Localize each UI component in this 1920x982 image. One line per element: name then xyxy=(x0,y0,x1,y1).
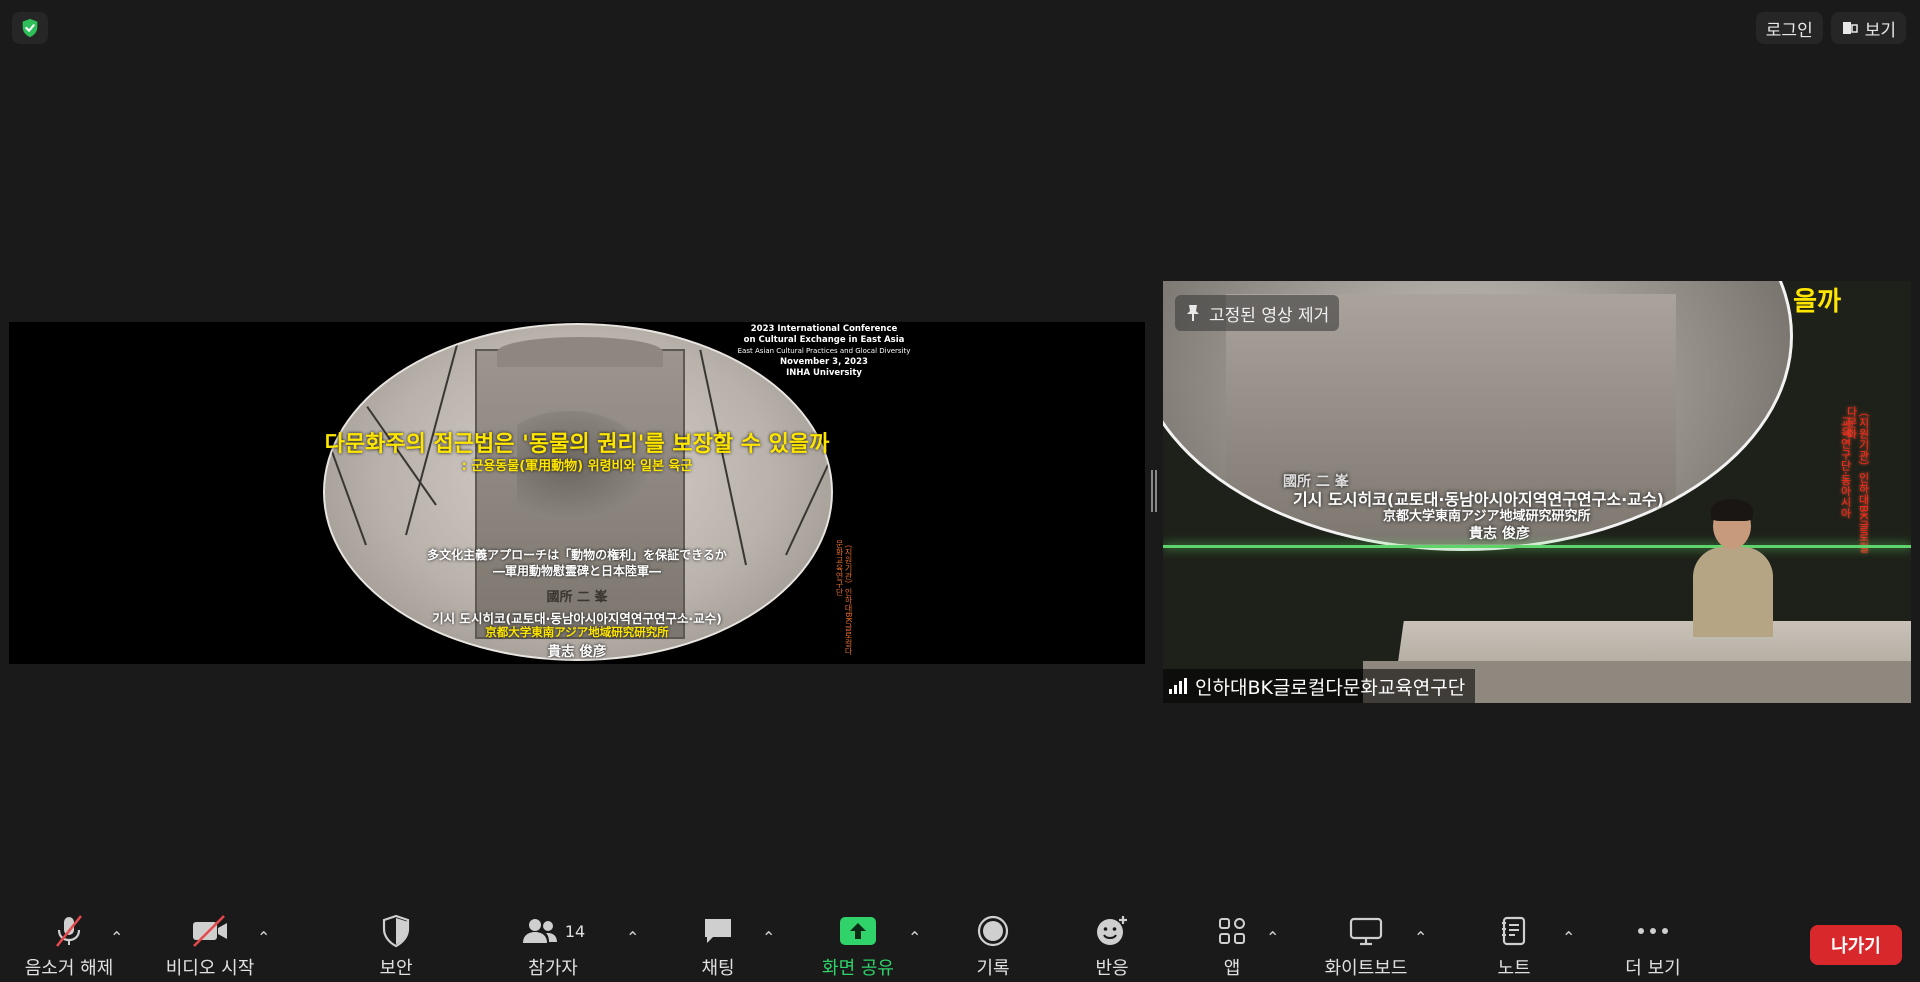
chat-options-caret[interactable]: ⌃ xyxy=(762,928,775,947)
projected-name-line: 貴志 俊彦 xyxy=(1469,526,1530,542)
conference-line-1: 2023 International Conference xyxy=(750,324,898,334)
slide-author-jp: 貴志 俊彦 xyxy=(547,644,607,660)
pinned-video-tile[interactable]: 을까 國所 二 峯 기시 도시히코(교토대·동남아시아지역연구연구소·교수) 京… xyxy=(1163,281,1911,703)
remove-pin-label: 고정된 영상 제거 xyxy=(1209,305,1330,326)
more-dots-icon xyxy=(1638,928,1668,934)
unmute-label: 음소거 해제 xyxy=(24,958,114,979)
slide-title: 다문화주의 접근법은 '동물의 권리'를 보장할 수 있을까 xyxy=(324,432,830,457)
apps-button[interactable]: 앱 xyxy=(1210,910,1254,982)
security-shield-button[interactable] xyxy=(12,12,48,44)
start-video-button[interactable]: 비디오 시작 xyxy=(160,910,260,982)
slide-jp-subtitle: ―軍用動物慰霊碑と日本陸軍― xyxy=(492,564,661,578)
projected-title-fragment: 을까 xyxy=(1793,287,1841,317)
projected-affil-line: 京都大学東南アジア地域研究研究所 xyxy=(1383,509,1591,524)
reactions-label: 반응 xyxy=(1095,958,1129,979)
participants-button[interactable]: 14 참가자 xyxy=(520,910,586,982)
conference-line-2: on Cultural Exchange in East Asia xyxy=(743,335,905,345)
participants-options-caret[interactable]: ⌃ xyxy=(626,928,639,947)
view-layout-icon xyxy=(1842,22,1858,34)
meeting-toolbar: 음소거 해제 ⌃ 비디오 시작 ⌃ 보안 14 참가자 ⌃ 채팅 ⌃ 화면 공유… xyxy=(0,910,1920,982)
participant-name: 인하대BK글로컬다문화교육연구단 xyxy=(1195,676,1466,699)
participants-count: 14 xyxy=(564,921,586,941)
unmute-button[interactable]: 음소거 해제 xyxy=(22,910,116,982)
slide-vertical-note: （지원기관）인하대BK글로컬다문화교육연구단 xyxy=(835,540,853,655)
shield-check-icon xyxy=(22,18,38,38)
slide-plaque: 國所 二 峯 xyxy=(546,590,608,605)
chat-label: 채팅 xyxy=(701,958,735,979)
shared-screen: 2023 International Conference on Cultura… xyxy=(9,322,1145,664)
more-button[interactable]: 더 보기 xyxy=(1620,910,1686,982)
share-screen-icon xyxy=(840,917,876,945)
projected-red-note-2: 교육연구단·동아시아 xyxy=(1839,416,1852,519)
split-divider-handle[interactable] xyxy=(1150,470,1158,512)
conference-info: 2023 International Conference on Cultura… xyxy=(709,324,939,379)
slide-jp-title: 多文化主義アプローチは「動物の権利」を保証できるか xyxy=(427,548,727,562)
chat-bubble-icon xyxy=(705,919,731,943)
participant-name-tag: 인하대BK글로컬다문화교육연구단 xyxy=(1163,669,1476,703)
record-icon xyxy=(977,915,1009,947)
login-label: 로그인 xyxy=(1765,20,1813,41)
share-options-caret[interactable]: ⌃ xyxy=(908,928,921,947)
notes-label: 노트 xyxy=(1497,958,1531,979)
whiteboard-icon xyxy=(1349,917,1383,946)
video-options-caret[interactable]: ⌃ xyxy=(257,928,270,947)
audio-options-caret[interactable]: ⌃ xyxy=(110,928,123,947)
record-label: 기록 xyxy=(976,958,1010,979)
apps-icon xyxy=(1219,918,1245,944)
reaction-smiley-icon xyxy=(1097,916,1127,945)
remove-pin-button[interactable]: 고정된 영상 제거 xyxy=(1175,295,1340,331)
more-label: 더 보기 xyxy=(1625,958,1681,979)
speaker-figure xyxy=(1693,499,1773,637)
stage-light-strip xyxy=(1163,545,1911,548)
security-shield-icon xyxy=(382,914,410,948)
start-video-label: 비디오 시작 xyxy=(165,958,255,979)
top-right-controls: 로그인 보기 xyxy=(1755,12,1906,44)
chat-button[interactable]: 채팅 xyxy=(694,910,742,982)
record-button[interactable]: 기록 xyxy=(970,910,1016,982)
conference-date: November 3, 2023 xyxy=(780,357,868,367)
participants-icon xyxy=(522,919,557,943)
reactions-button[interactable]: 반응 xyxy=(1088,910,1136,982)
pin-icon xyxy=(1187,305,1199,321)
whiteboard-button[interactable]: 화이트보드 xyxy=(1320,910,1412,982)
whiteboard-options-caret[interactable]: ⌃ xyxy=(1414,928,1427,947)
notes-button[interactable]: 노트 xyxy=(1492,910,1536,982)
share-screen-label: 화면 공유 xyxy=(822,958,894,979)
slide-subtitle: : 군용동물(軍用動物) 위령비와 일본 육군 xyxy=(461,459,693,474)
leave-meeting-button[interactable]: 나가기 xyxy=(1810,925,1902,965)
leave-label: 나가기 xyxy=(1831,936,1881,957)
security-label: 보안 xyxy=(379,958,413,979)
apps-options-caret[interactable]: ⌃ xyxy=(1266,928,1279,947)
view-label: 보기 xyxy=(1864,20,1896,41)
apps-label: 앱 xyxy=(1223,958,1241,979)
notes-icon xyxy=(1502,916,1526,946)
security-button[interactable]: 보안 xyxy=(368,910,424,982)
video-camera-off-icon xyxy=(193,915,227,947)
login-button[interactable]: 로그인 xyxy=(1755,12,1823,44)
participants-label: 참가자 xyxy=(528,958,578,979)
slide-author-affil: 京都大学東南アジア地域研究研究所 xyxy=(485,625,669,639)
share-screen-button[interactable]: 화면 공유 xyxy=(818,910,898,982)
conference-venue: INHA University xyxy=(786,368,862,378)
whiteboard-label: 화이트보드 xyxy=(1324,958,1408,979)
notes-options-caret[interactable]: ⌃ xyxy=(1562,928,1575,947)
microphone-muted-icon xyxy=(55,915,83,947)
signal-strength-icon xyxy=(1169,678,1187,694)
view-button[interactable]: 보기 xyxy=(1830,12,1906,44)
conference-line-3: East Asian Cultural Practices and Glocal… xyxy=(737,347,911,355)
